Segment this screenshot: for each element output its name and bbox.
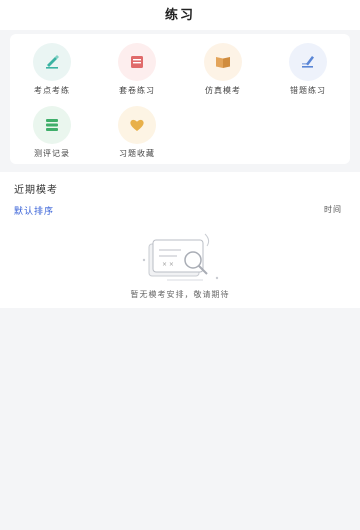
tile-question-favorites[interactable]: 习题收藏 bbox=[102, 100, 172, 160]
tile-label: 习题收藏 bbox=[119, 149, 155, 158]
empty-state-illustration: × × bbox=[137, 230, 227, 286]
tile-paper-practice[interactable]: 套卷练习 bbox=[102, 37, 172, 97]
tile-evaluation-records[interactable]: 测评记录 bbox=[17, 100, 87, 160]
sort-default-button[interactable]: 默认排序 bbox=[14, 204, 54, 217]
tile-label: 套卷练习 bbox=[119, 86, 155, 95]
empty-state-text: 暂无模考安排，敬请期待 bbox=[130, 290, 230, 299]
tile-label: 测评记录 bbox=[34, 149, 70, 158]
heart-icon bbox=[118, 106, 156, 144]
edit-icon bbox=[289, 43, 327, 81]
recent-exams-section: 近期模考 默认排序 时间 × × 暂无模考安排，敬请期待 bbox=[0, 172, 360, 308]
pen-icon bbox=[33, 43, 71, 81]
page-title: 练习 bbox=[164, 7, 195, 23]
tile-label: 考点考练 bbox=[34, 86, 70, 95]
tile-simulated-exam[interactable]: 仿真模考 bbox=[188, 37, 258, 97]
tile-label: 错题练习 bbox=[290, 86, 326, 95]
open-book-icon bbox=[204, 43, 242, 81]
app-header: 练习 bbox=[0, 0, 360, 30]
tile-wrong-questions[interactable]: 错题练习 bbox=[273, 37, 343, 97]
book-icon bbox=[118, 43, 156, 81]
sort-time-button[interactable]: 时间 bbox=[324, 204, 342, 215]
section-title: 近期模考 bbox=[14, 185, 58, 196]
stack-icon bbox=[33, 106, 71, 144]
svg-text:× ×: × × bbox=[162, 261, 174, 268]
practice-menu-card: 考点考练 套卷练习 仿真模考 错题练习 测评记录 习题收藏 bbox=[10, 34, 350, 164]
tile-label: 仿真模考 bbox=[205, 86, 241, 95]
tile-exam-point-practice[interactable]: 考点考练 bbox=[17, 37, 87, 97]
